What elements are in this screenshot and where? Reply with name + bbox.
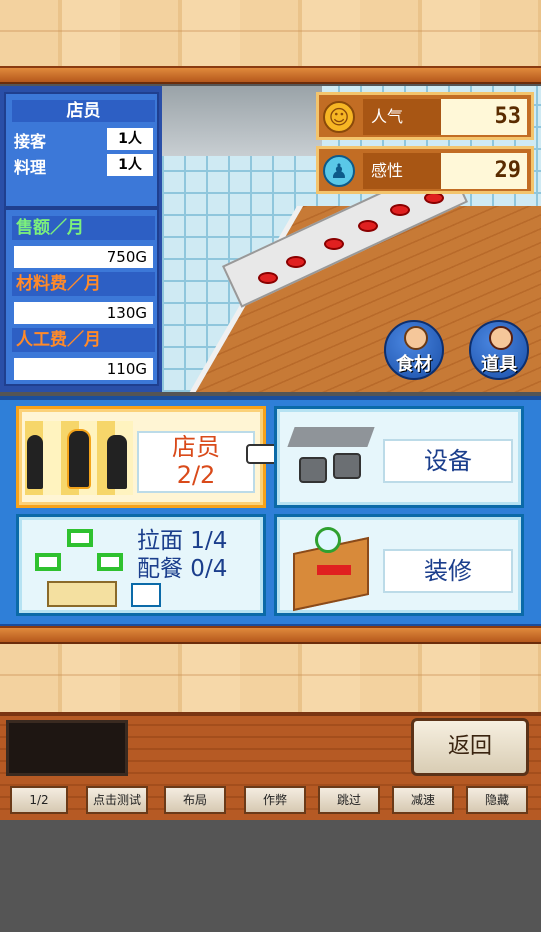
stool (258, 272, 278, 284)
staff-row-value: 1人 (107, 128, 153, 150)
stool (286, 256, 306, 268)
sales-value: 750G (14, 246, 153, 268)
decor-card-label: 装修 (383, 549, 513, 593)
slow-down-button[interactable]: 减速 (392, 786, 454, 814)
mid-wood-wall (0, 644, 541, 712)
stool (324, 238, 344, 250)
staff-row-service: 接客 1人 (14, 128, 153, 151)
labor-cost-value: 110G (14, 358, 153, 380)
kitchen-area (162, 86, 322, 156)
staff-row-label: 料理 (14, 158, 47, 177)
top-wood-wall (0, 0, 541, 70)
chef-face-icon (404, 326, 428, 350)
stool (358, 220, 378, 232)
stat-label: 人气 (363, 99, 441, 135)
back-button[interactable]: 返回 (411, 718, 529, 776)
page-indicator-button[interactable]: 1/2 (10, 786, 68, 814)
stool (390, 204, 410, 216)
ingredients-label: 食材 (396, 354, 432, 375)
sales-label: 售额／月 (12, 216, 155, 240)
stat-sensibility: ♟ 感性 29 (316, 146, 534, 194)
labor-cost-label: 人工费／月 (12, 328, 155, 352)
material-cost-label: 材料费／月 (12, 272, 155, 296)
ingredients-button[interactable]: 食材 (384, 320, 444, 380)
hide-button[interactable]: 隐藏 (466, 786, 528, 814)
material-cost-value: 130G (14, 302, 153, 324)
equipment-card-label: 设备 (383, 439, 513, 483)
layout-button[interactable]: 布局 (164, 786, 226, 814)
menu-items-text: 拉面 1/4 配餐 0/4 (137, 527, 257, 583)
staff-card-title: 店员 (172, 433, 220, 461)
stat-value: 29 (441, 153, 527, 189)
top-beam (0, 66, 541, 84)
staff-card[interactable]: 店员 2/2 (16, 406, 266, 508)
menu-items-card[interactable]: 拉面 1/4 配餐 0/4 (16, 514, 266, 616)
skip-button[interactable]: 跳过 (318, 786, 380, 814)
divider (6, 206, 157, 210)
empty-area (0, 820, 541, 932)
stat-value: 53 (441, 99, 527, 135)
person-icon: ♟ (323, 155, 355, 187)
staff-card-label: 店员 2/2 (137, 431, 255, 493)
staff-card-count: 2/2 (176, 461, 216, 489)
stat-popularity: ☺ 人气 53 (316, 92, 534, 140)
items-label: 道具 (481, 354, 517, 375)
tap-test-button[interactable]: 点击测试 (86, 786, 148, 814)
staff-panel-title: 店员 (12, 100, 155, 122)
staff-row-cook: 料理 1人 (14, 154, 153, 177)
recipe-gems-icon (27, 527, 137, 609)
staff-row-value: 1人 (107, 154, 153, 176)
decor-card[interactable]: 装修 (274, 514, 524, 616)
cheat-button[interactable]: 作弊 (244, 786, 306, 814)
room-decor-icon (287, 525, 375, 612)
side-count: 配餐 0/4 (137, 556, 228, 582)
equipment-card[interactable]: 设备 (274, 406, 524, 508)
girl-face-icon (489, 326, 513, 350)
message-display (6, 720, 128, 776)
bottom-beam (0, 626, 541, 644)
items-button[interactable]: 道具 (469, 320, 529, 380)
staff-portraits-icon (25, 421, 133, 495)
cooking-pots-icon (285, 419, 377, 497)
stat-label: 感性 (363, 153, 441, 189)
smile-icon: ☺ (323, 101, 355, 133)
dish-icon (131, 583, 161, 607)
ramen-count: 拉面 1/4 (137, 528, 228, 554)
staff-info-panel: 店员 接客 1人 料理 1人 售额／月 750G 材料费／月 130G 人工费／… (4, 92, 159, 386)
staff-row-label: 接客 (14, 132, 47, 151)
